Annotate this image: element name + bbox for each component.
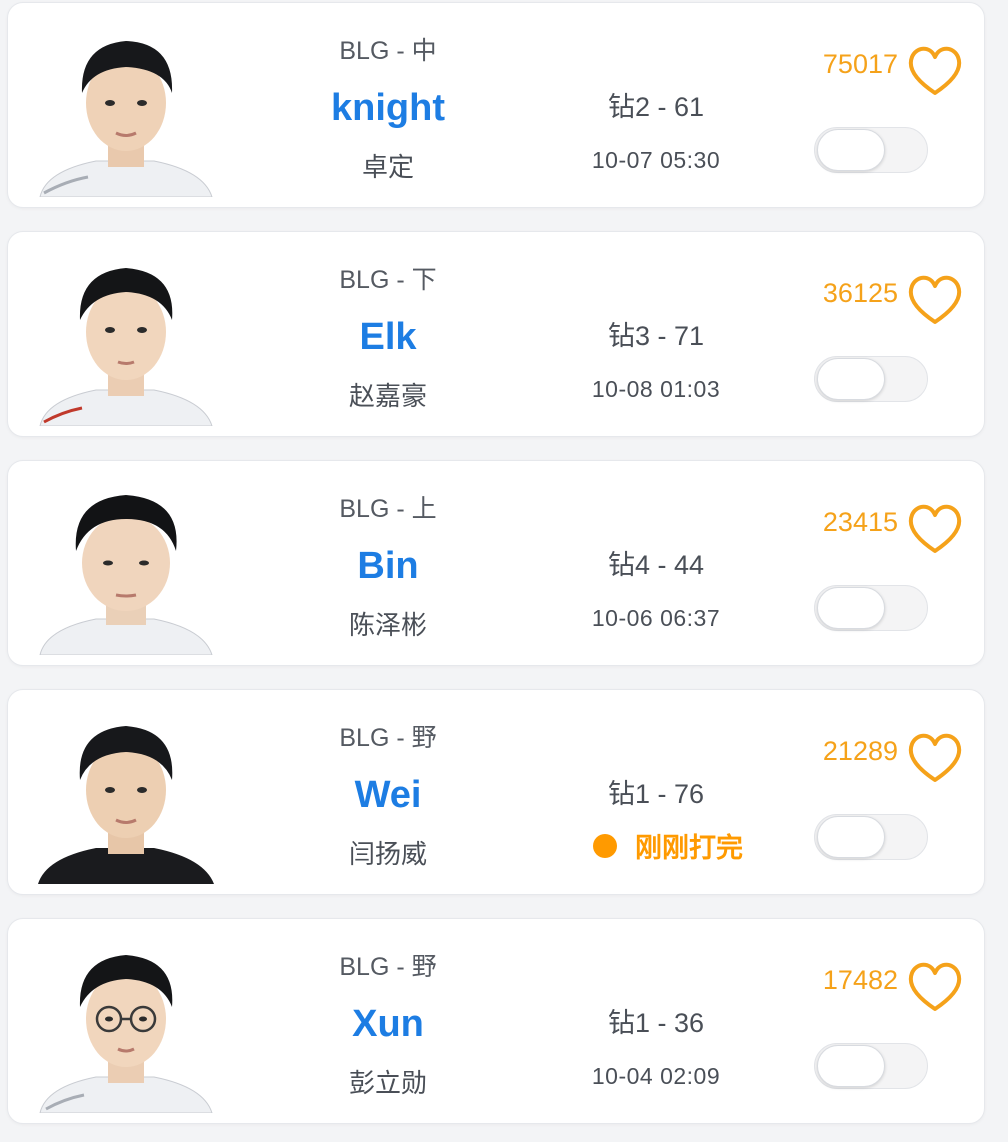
player-card[interactable]: BLG - 野 Wei 闫扬威 钻1 - 76 刚刚打完 21289 (7, 689, 985, 895)
real-name: 闫扬威 (348, 839, 427, 869)
status-dot-icon (593, 833, 617, 858)
heart-icon[interactable] (906, 272, 964, 326)
toggle-knob (817, 587, 885, 629)
player-avatar (36, 708, 214, 884)
rank: 钻1 - 76 (607, 779, 705, 809)
heart-icon[interactable] (906, 43, 964, 97)
team-role: BLG - 下 (339, 266, 437, 294)
real-name: 卓定 (361, 152, 414, 182)
real-name: 彭立勋 (348, 1068, 427, 1098)
player-avatar (36, 479, 214, 655)
subscribe-toggle[interactable] (814, 585, 928, 631)
last-played-time: 10-04 02:09 (591, 1063, 721, 1089)
heart-icon[interactable] (906, 501, 964, 555)
player-card[interactable]: BLG - 中 knight 卓定 钻2 - 61 10-07 05:30 75… (7, 2, 985, 208)
online-status: 刚刚打完 (568, 826, 768, 865)
rank: 钻4 - 44 (607, 550, 705, 580)
real-name: 陈泽彬 (348, 610, 427, 640)
team-role: BLG - 上 (339, 495, 437, 523)
subscribe-toggle[interactable] (814, 127, 928, 173)
toggle-knob (817, 1045, 885, 1087)
last-played-time: 10-07 05:30 (591, 147, 721, 173)
rank: 钻1 - 36 (607, 1008, 705, 1038)
player-name[interactable]: Elk (288, 316, 488, 359)
heart-icon[interactable] (906, 730, 964, 784)
player-avatar (36, 937, 214, 1113)
status-text: 刚刚打完 (635, 833, 743, 863)
player-name[interactable]: Bin (288, 545, 488, 588)
subscribe-toggle[interactable] (814, 814, 928, 860)
last-played-time: 10-06 06:37 (591, 605, 721, 631)
player-list: BLG - 中 knight 卓定 钻2 - 61 10-07 05:30 75… (0, 0, 1008, 1142)
player-name[interactable]: knight (288, 87, 488, 130)
like-count: 17482 (822, 965, 898, 995)
rank: 钻2 - 61 (607, 92, 705, 122)
team-role: BLG - 野 (339, 953, 437, 981)
toggle-knob (817, 816, 885, 858)
team-role: BLG - 中 (339, 37, 437, 65)
team-role: BLG - 野 (339, 724, 437, 752)
like-count: 36125 (822, 278, 898, 308)
toggle-knob (817, 358, 885, 400)
toggle-knob (817, 129, 885, 171)
real-name: 赵嘉豪 (348, 381, 427, 411)
like-count: 75017 (822, 49, 898, 79)
rank: 钻3 - 71 (607, 321, 705, 351)
player-name[interactable]: Wei (288, 774, 488, 817)
player-avatar (36, 21, 214, 197)
player-card[interactable]: BLG - 下 Elk 赵嘉豪 钻3 - 71 10-08 01:03 3612… (7, 231, 985, 437)
like-count: 21289 (822, 736, 898, 766)
player-name[interactable]: Xun (288, 1003, 488, 1046)
player-avatar (36, 250, 214, 426)
last-played-time: 10-08 01:03 (591, 376, 721, 402)
player-card[interactable]: BLG - 上 Bin 陈泽彬 钻4 - 44 10-06 06:37 2341… (7, 460, 985, 666)
player-card[interactable]: BLG - 野 Xun 彭立勋 钻1 - 36 10-04 02:09 1748… (7, 918, 985, 1124)
like-count: 23415 (822, 507, 898, 537)
subscribe-toggle[interactable] (814, 356, 928, 402)
subscribe-toggle[interactable] (814, 1043, 928, 1089)
heart-icon[interactable] (906, 959, 964, 1013)
